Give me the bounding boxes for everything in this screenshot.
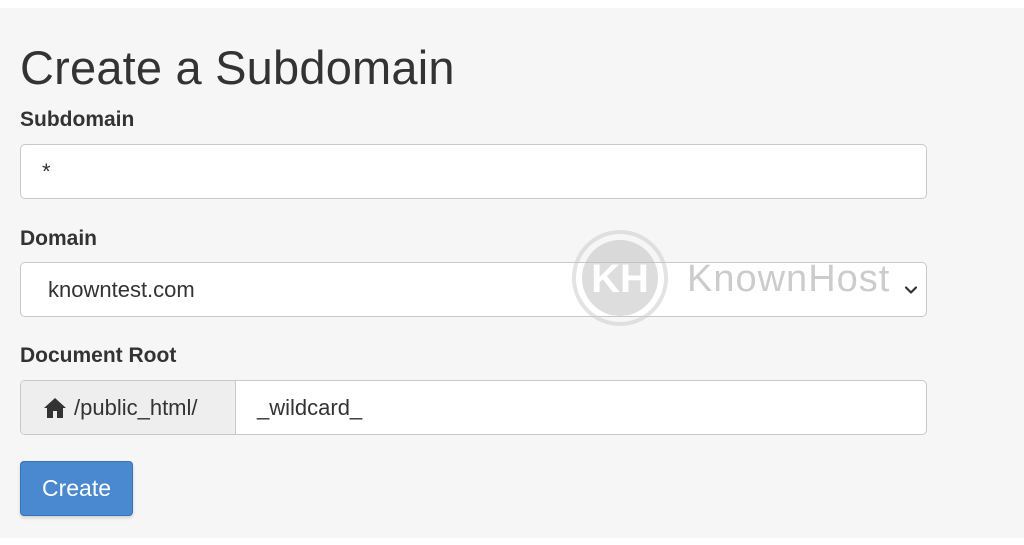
subdomain-input-value: * [42,158,51,184]
create-button[interactable]: Create [20,461,133,516]
domain-label: Domain [20,227,98,250]
home-icon [44,398,66,418]
document-root-group: /public_html/ _wildcard_ [20,380,927,435]
subdomain-input[interactable]: * [20,144,927,199]
chevron-down-icon [904,285,918,294]
domain-select-value: knowntest.com [48,276,195,302]
domain-select[interactable]: knowntest.com [20,262,927,317]
document-root-prefix-text: /public_html/ [74,394,198,420]
document-root-label: Document Root [20,344,177,367]
subdomain-label: Subdomain [20,108,135,131]
document-root-input[interactable]: _wildcard_ [237,381,926,434]
document-root-input-value: _wildcard_ [257,394,363,420]
page-title: Create a Subdomain [20,41,455,94]
document-root-prefix: /public_html/ [21,381,236,434]
form-panel: Create a Subdomain Subdomain * Domain kn… [0,8,1024,538]
